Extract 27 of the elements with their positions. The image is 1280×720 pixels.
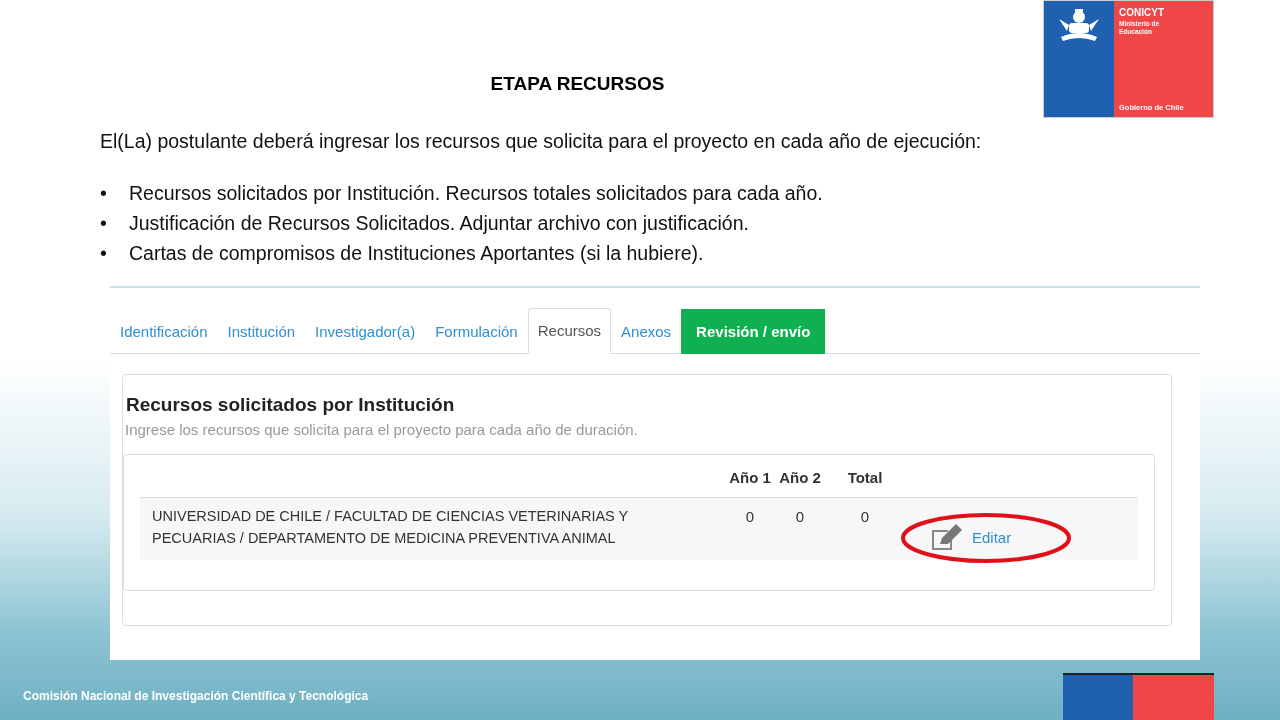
bullet-mark: • [100,180,108,206]
tab[interactable]: Investigador(a) [305,308,426,354]
column-header: Año 2 [778,467,822,488]
table-cell: 0 [795,508,805,526]
table-cell: 0 [745,508,755,526]
slide-title: ETAPA RECURSOS [489,72,666,96]
bullet-text: Cartas de compromisos de Instituciones Aportantes (si la hubiere). [129,240,704,266]
tab[interactable]: Identificación [110,308,218,354]
footer-text: Comisión Nacional de Investigación Científica y Tecnológica [23,688,369,705]
tab[interactable]: Institución [217,308,306,354]
column-header: Año 1 [728,467,772,488]
section-subtitle: Ingrese los recursos que solicita para el proyecto para cada año de duración. [125,420,639,441]
bullet-mark: • [100,240,108,266]
edit-icon [930,524,964,553]
logo-name: CONICYT [1119,6,1165,20]
table-cell: 0 [860,508,870,526]
intro-text: El(La) postulante deberá ingresar los recursos que solicita para el proyecto en cada año de ejecución: [100,128,983,154]
tab[interactable]: Formulación [425,308,528,354]
tab[interactable]: Anexos [611,308,682,354]
review-tab[interactable]: Revisión / envío [681,308,826,354]
table-cell-text: UNIVERSIDAD DE CHILE / FACULTAD DE CIENCIAS VETERINARIAS Y PECUARIAS / DEPARTAMENTO DE MEDICINA PREVENTIVA ANIMAL [151,507,629,548]
tab[interactable]: Recursos [527,307,612,354]
bullet-text: Justificación de Recursos Solicitados. Adjuntar archivo con justificación. [129,210,749,236]
column-header: Total [846,467,884,488]
bullet-mark: • [100,210,108,236]
bullet-text: Recursos solicitados por Institución. Recursos totales solicitados para cada año. [129,180,823,206]
section-title: Recursos solicitados por Institución [125,392,456,417]
